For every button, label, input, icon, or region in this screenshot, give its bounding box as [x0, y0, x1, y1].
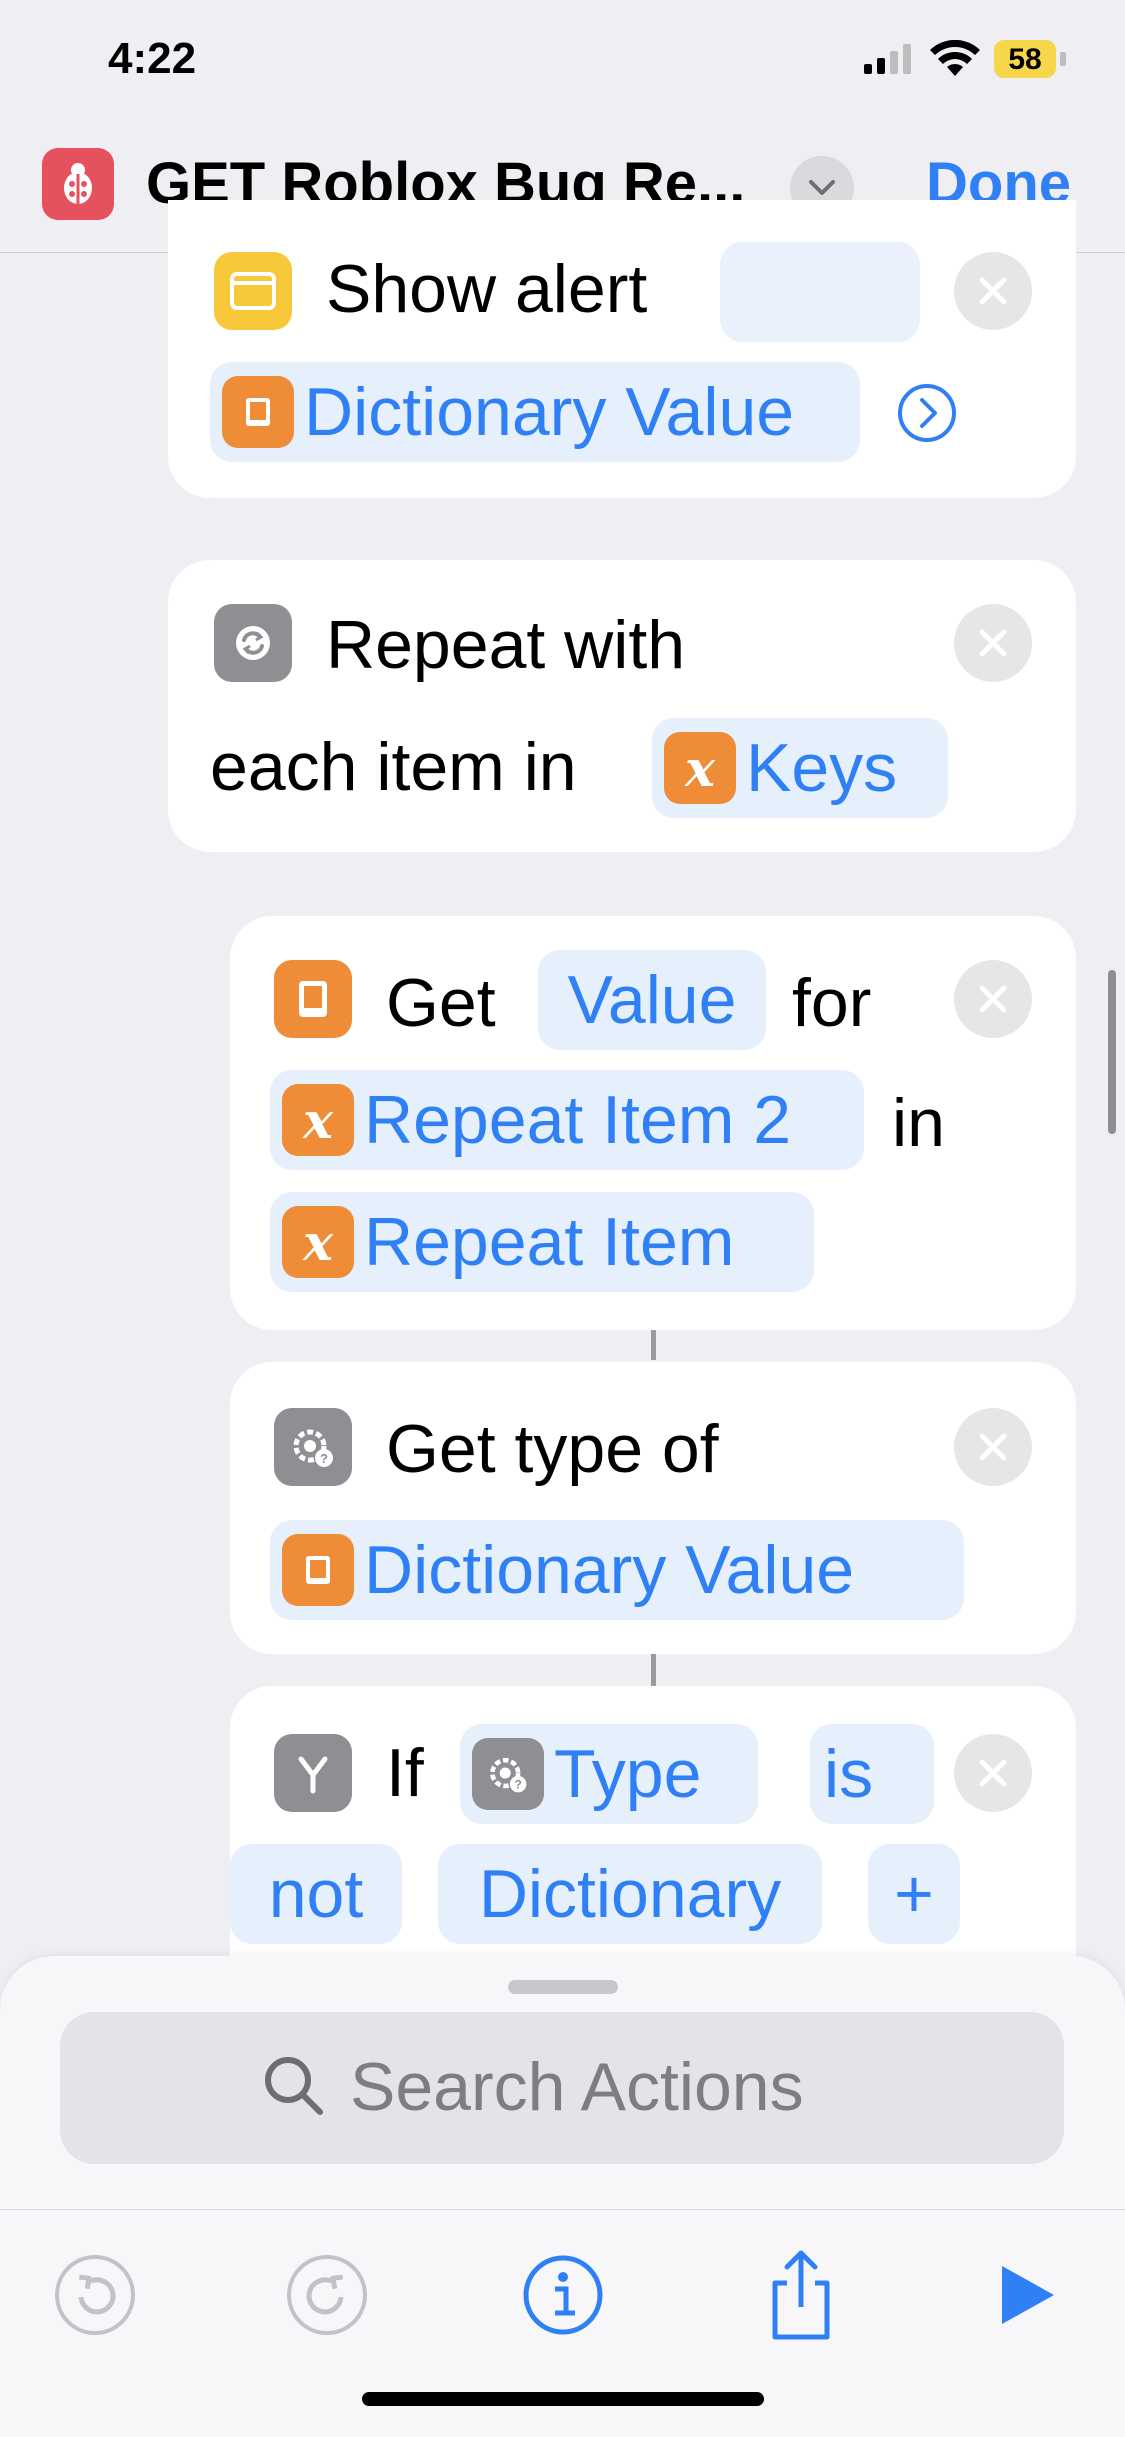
action-title: Get type of: [386, 1411, 719, 1487]
param-value[interactable]: Value: [538, 950, 766, 1050]
param-repeat-item-2[interactable]: x Repeat Item 2: [270, 1070, 864, 1170]
book-icon: [282, 1534, 354, 1606]
gear-question-icon: ?: [274, 1408, 352, 1486]
battery-indicator: 58: [994, 40, 1066, 78]
ladybug-icon[interactable]: [42, 148, 114, 220]
search-actions-field[interactable]: Search Actions: [60, 2012, 1064, 2164]
word-in: in: [892, 1085, 945, 1161]
wifi-icon: [930, 40, 980, 76]
x-variable-icon: x: [282, 1084, 354, 1156]
get-dictionary-value-action[interactable]: Get Value for x Repeat Item 2 in x Repea…: [230, 916, 1076, 1330]
param-dictionary[interactable]: Dictionary: [438, 1844, 822, 1944]
condition-not[interactable]: not: [230, 1844, 402, 1944]
flow-connector: [651, 1654, 656, 1686]
close-icon[interactable]: [954, 1734, 1032, 1812]
param-dictionary-value[interactable]: Dictionary Value: [210, 362, 860, 462]
book-icon: [222, 376, 294, 448]
play-icon[interactable]: [980, 2250, 1070, 2340]
repeat-action[interactable]: Repeat with each item in x Keys: [168, 560, 1076, 852]
undo-icon[interactable]: [50, 2250, 140, 2340]
branch-icon: [274, 1734, 352, 1812]
get-type-action[interactable]: ? Get type of Dictionary Value: [230, 1362, 1076, 1654]
actions-sheet: Search Actions: [0, 1956, 1125, 2437]
param-type[interactable]: ? Type: [460, 1724, 758, 1824]
scrollbar[interactable]: [1108, 970, 1116, 1134]
status-bar: 4:22 58: [0, 0, 1125, 120]
repeat-line2: each item in: [210, 729, 577, 805]
action-title: Repeat with: [326, 607, 686, 683]
home-indicator: [362, 2392, 764, 2406]
info-icon[interactable]: [518, 2250, 608, 2340]
close-icon[interactable]: [954, 604, 1032, 682]
svg-text:?: ?: [514, 1778, 521, 1792]
cellular-signal-icon: [864, 44, 911, 74]
action-title: Show alert: [326, 251, 648, 327]
sheet-grabber[interactable]: [508, 1980, 618, 1994]
param-dictionary-value[interactable]: Dictionary Value: [270, 1520, 964, 1620]
close-icon[interactable]: [954, 252, 1032, 330]
svg-text:?: ?: [320, 1451, 328, 1466]
add-condition-button[interactable]: +: [868, 1844, 960, 1944]
chevron-right-circle-icon[interactable]: [896, 382, 958, 444]
battery-level: 58: [1008, 43, 1042, 76]
word-if: If: [386, 1735, 424, 1811]
flow-connector: [651, 1330, 656, 1360]
book-icon: [274, 960, 352, 1038]
show-alert-action[interactable]: Show alert Dictionary Value: [168, 200, 1076, 498]
gear-question-icon: ?: [472, 1738, 544, 1810]
redo-icon[interactable]: [282, 2250, 372, 2340]
empty-param-chip[interactable]: [720, 242, 920, 342]
alert-window-icon: [214, 252, 292, 330]
param-keys[interactable]: x Keys: [652, 718, 948, 818]
word-get: Get: [386, 965, 496, 1041]
x-variable-icon: x: [664, 732, 736, 804]
param-repeat-item[interactable]: x Repeat Item: [270, 1192, 814, 1292]
word-for: for: [792, 965, 872, 1041]
repeat-icon: [214, 604, 292, 682]
x-variable-icon: x: [282, 1206, 354, 1278]
share-icon[interactable]: [756, 2250, 846, 2340]
status-time: 4:22: [108, 34, 197, 83]
condition-is[interactable]: is: [810, 1724, 934, 1824]
close-icon[interactable]: [954, 960, 1032, 1038]
close-icon[interactable]: [954, 1408, 1032, 1486]
search-placeholder: Search Actions: [350, 2049, 804, 2125]
search-icon: [265, 2057, 323, 2115]
